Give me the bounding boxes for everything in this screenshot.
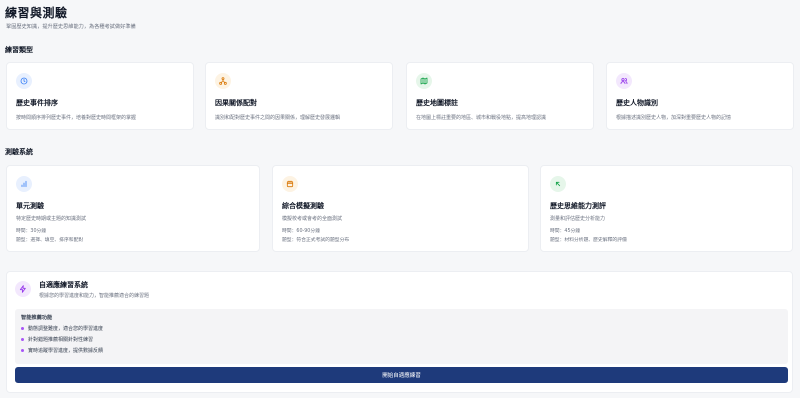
quiz-card-time: 時間：60-90分鐘: [282, 229, 320, 234]
quiz-card-desc: 測量和評估歷史分析能力: [550, 216, 606, 222]
quiz-card-desc: 特定歷史時期或主題的知識測試: [16, 216, 87, 222]
practice-card-icon-wrap: [416, 73, 432, 89]
calendar-icon: [286, 180, 294, 188]
quiz-card-icon-wrap: [550, 176, 566, 192]
quiz-card-time: 時間：30分鐘: [16, 229, 47, 234]
practice-card-event-ordering[interactable]: 歷史事件排序 按時間順序排列歷史事件，培養對歷史時間框架的掌握: [6, 62, 194, 130]
users-icon: [620, 78, 628, 85]
practice-card-icon-wrap: [16, 73, 32, 89]
adaptive-icon-wrap: [15, 281, 31, 297]
feature-text: 動態調整難度，適合您的學習進度: [28, 326, 104, 332]
quiz-card-types: 題型：符合正式考試的題型分布: [282, 238, 350, 243]
smart-recommend-box: 智能推薦功能 動態調整難度，適合您的學習進度 針對錯題推薦相關針對性練習 實時追…: [15, 309, 788, 364]
smart-recommend-title: 智能推薦功能: [21, 315, 53, 321]
practice-card-icon-wrap: [616, 73, 632, 89]
bullet-dot-icon: [21, 349, 24, 352]
practice-card-desc: 根據描述識別歷史人物，加深對重要歷史人物的記憶: [616, 115, 732, 121]
bar-chart-icon: [21, 180, 27, 188]
feature-item: 動態調整難度，適合您的學習進度: [21, 325, 103, 332]
practice-card-desc: 按時間順序排列歷史事件，培養對歷史時間框架的掌握: [16, 115, 137, 121]
practice-card-figure-identification[interactable]: 歷史人物識別 根據描述識別歷史人物，加深對重要歷史人物的記憶: [606, 62, 794, 130]
feature-item: 針對錯題推薦相關針對性練習: [21, 336, 93, 343]
quiz-card-mock-exam[interactable]: 綜合模擬測驗 模擬校考或會考的全面測試 時間：60-90分鐘 題型：符合正式考試…: [272, 165, 529, 252]
adaptive-title: 自適應練習系統: [39, 281, 88, 289]
adaptive-desc: 根據您的學習進度和能力，智能推薦適合的練習題: [39, 293, 150, 299]
practice-card-icon-wrap: [215, 73, 231, 89]
practice-card-desc: 識別和配對歷史事件之間的因果關係，理解歷史發展邏輯: [215, 115, 341, 121]
quiz-card-time: 時間：45分鐘: [550, 229, 581, 234]
quiz-card-types: 題型：材料分析題、歷史解釋的評價: [550, 238, 627, 243]
practice-card-title: 歷史人物識別: [616, 99, 658, 107]
practice-card-title: 因果關係配對: [215, 99, 257, 107]
quiz-card-unit-test[interactable]: 單元測驗 特定歷史時期或主題的知識測試 時間：30分鐘 題型：選擇、填空、排序和…: [6, 165, 260, 252]
quiz-card-desc: 模擬校考或會考的全面測試: [282, 216, 343, 222]
feature-text: 針對錯題推薦相關針對性練習: [28, 337, 94, 343]
bullet-dot-icon: [21, 327, 24, 330]
bullet-dot-icon: [21, 338, 24, 341]
start-adaptive-button[interactable]: 開始自適應練習: [15, 367, 788, 383]
quiz-section-title: 測驗系統: [5, 148, 33, 156]
practice-section-title: 練習類型: [5, 46, 33, 54]
practice-card-desc: 在地圖上標註重要的地區、城市和戰役地點，提高地理認識: [416, 115, 547, 121]
lightning-icon: [19, 285, 26, 293]
quiz-card-title: 歷史思維能力測評: [550, 202, 606, 210]
adaptive-practice-panel: 自適應練習系統 根據您的學習進度和能力，智能推薦適合的練習題 智能推薦功能 動態…: [6, 271, 793, 393]
quiz-card-title: 綜合模擬測驗: [282, 202, 324, 210]
quiz-card-title: 單元測驗: [16, 202, 44, 210]
quiz-card-icon-wrap: [16, 176, 32, 192]
map-icon: [420, 77, 428, 85]
quiz-card-thinking-assessment[interactable]: 歷史思維能力測評 測量和評估歷史分析能力 時間：45分鐘 題型：材料分析題、歷史…: [540, 165, 793, 252]
page-subtitle: 鞏固歷史知識，提升歷史思維能力，為各種考試做好準備: [6, 24, 136, 30]
network-icon: [219, 77, 227, 85]
practice-card-title: 歷史地圖標註: [416, 99, 458, 107]
feature-item: 實時追蹤學習進度，提供數據反饋: [21, 347, 103, 354]
page-title: 練習與測驗: [5, 6, 68, 20]
clock-icon: [20, 77, 28, 85]
arrow-up-left-icon: [555, 181, 561, 187]
practice-card-title: 歷史事件排序: [16, 99, 58, 107]
feature-text: 實時追蹤學習進度，提供數據反饋: [28, 348, 104, 354]
practice-page: 練習與測驗 鞏固歷史知識，提升歷史思維能力，為各種考試做好準備 練習類型 歷史事…: [0, 0, 800, 398]
practice-card-map-labeling[interactable]: 歷史地圖標註 在地圖上標註重要的地區、城市和戰役地點，提高地理認識: [406, 62, 594, 130]
quiz-card-types: 題型：選擇、填空、排序和配對: [16, 238, 84, 243]
quiz-card-icon-wrap: [282, 176, 298, 192]
practice-card-cause-effect[interactable]: 因果關係配對 識別和配對歷史事件之間的因果關係，理解歷史發展邏輯: [205, 62, 393, 130]
